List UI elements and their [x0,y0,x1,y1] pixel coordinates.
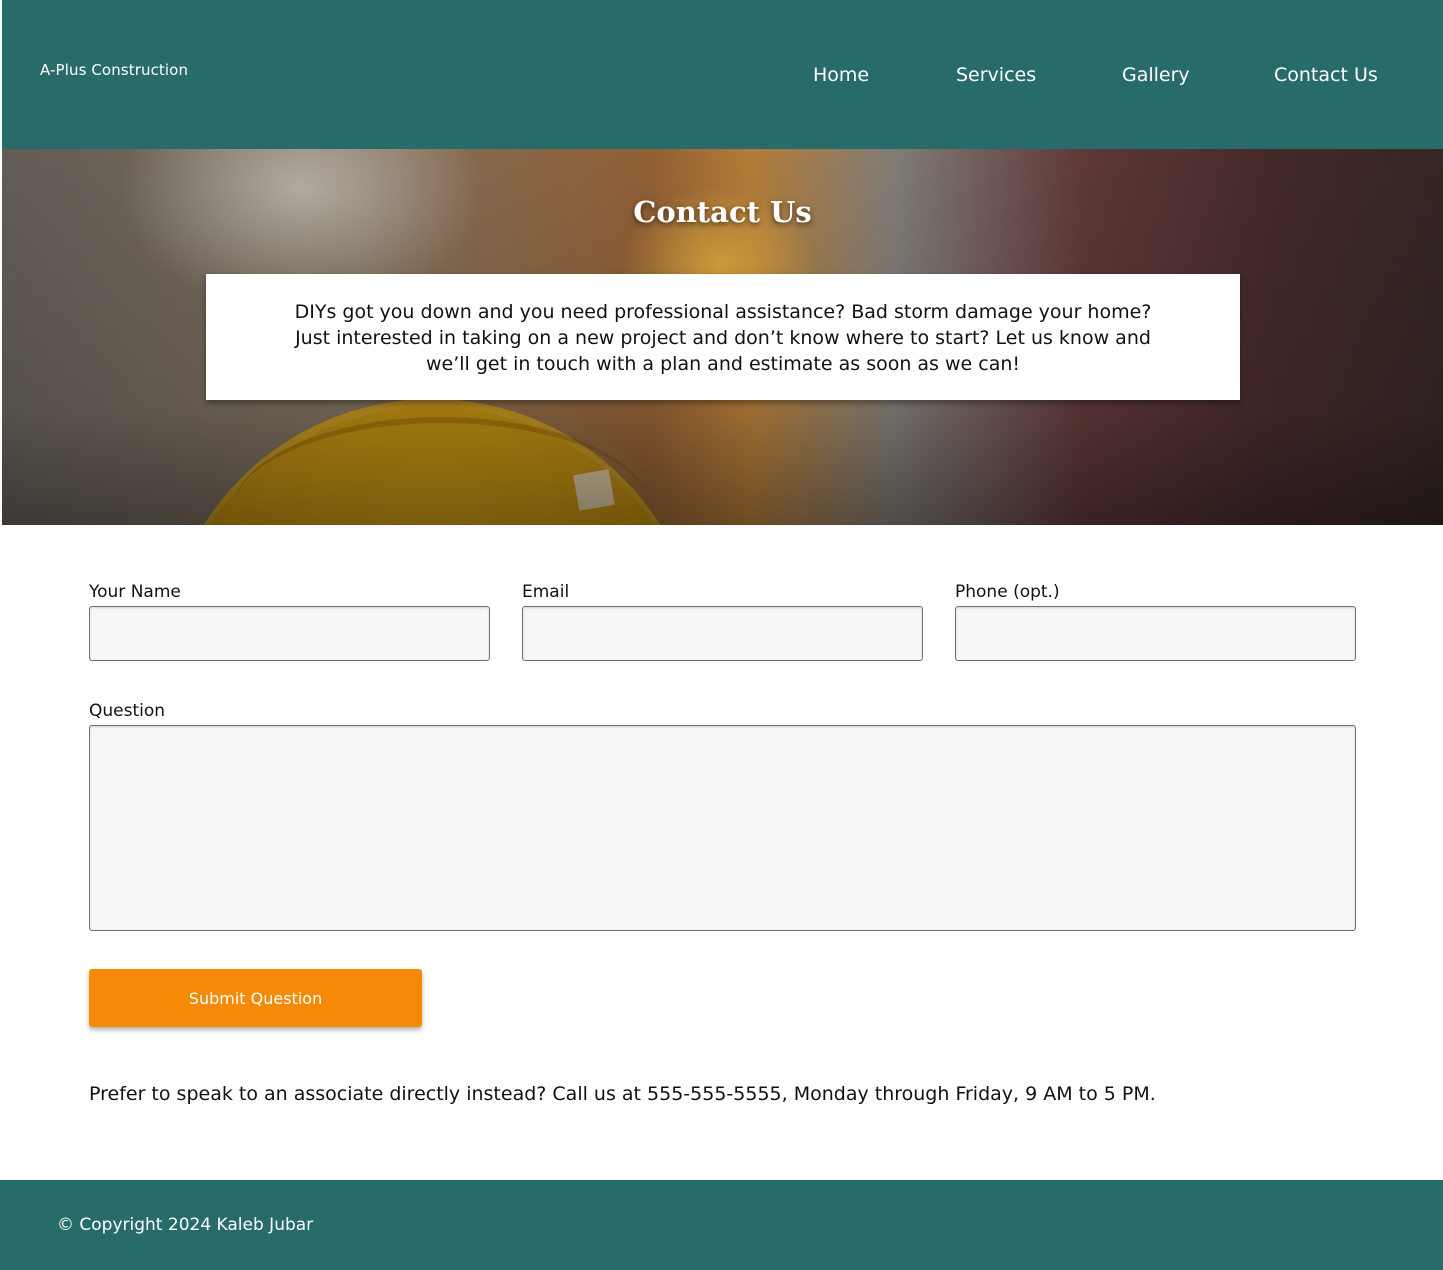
phone-input[interactable] [955,606,1356,661]
phone-label: Phone (opt.) [955,582,1060,602]
question-label: Question [89,701,166,721]
nav-link-gallery[interactable]: Gallery [1122,64,1190,86]
hero-banner: Contact Us DIYs got you down and you nee… [2,149,1443,525]
site-footer: © Copyright 2024 Kaleb Jubar [0,1180,1443,1270]
email-label: Email [522,582,570,602]
hero-description: DIYs got you down and you need professio… [294,301,1152,375]
call-us-note: Prefer to speak to an associate directly… [89,1083,1156,1105]
question-textarea[interactable] [89,725,1356,931]
site-header: A-Plus Construction Home Services Galler… [2,0,1443,149]
main-nav: Home Services Gallery Contact Us [2,64,1443,94]
email-input[interactable] [522,606,923,661]
page-title: Contact Us [633,195,812,229]
submit-question-button[interactable]: Submit Question [89,969,422,1027]
nav-link-home[interactable]: Home [813,64,869,86]
copyright-text: © Copyright 2024 Kaleb Jubar [57,1215,314,1235]
hero-description-card: DIYs got you down and you need professio… [206,274,1240,400]
name-input[interactable] [89,606,490,661]
nav-link-services[interactable]: Services [956,64,1036,86]
name-label: Your Name [89,582,181,602]
nav-link-contact-us[interactable]: Contact Us [1274,64,1378,86]
